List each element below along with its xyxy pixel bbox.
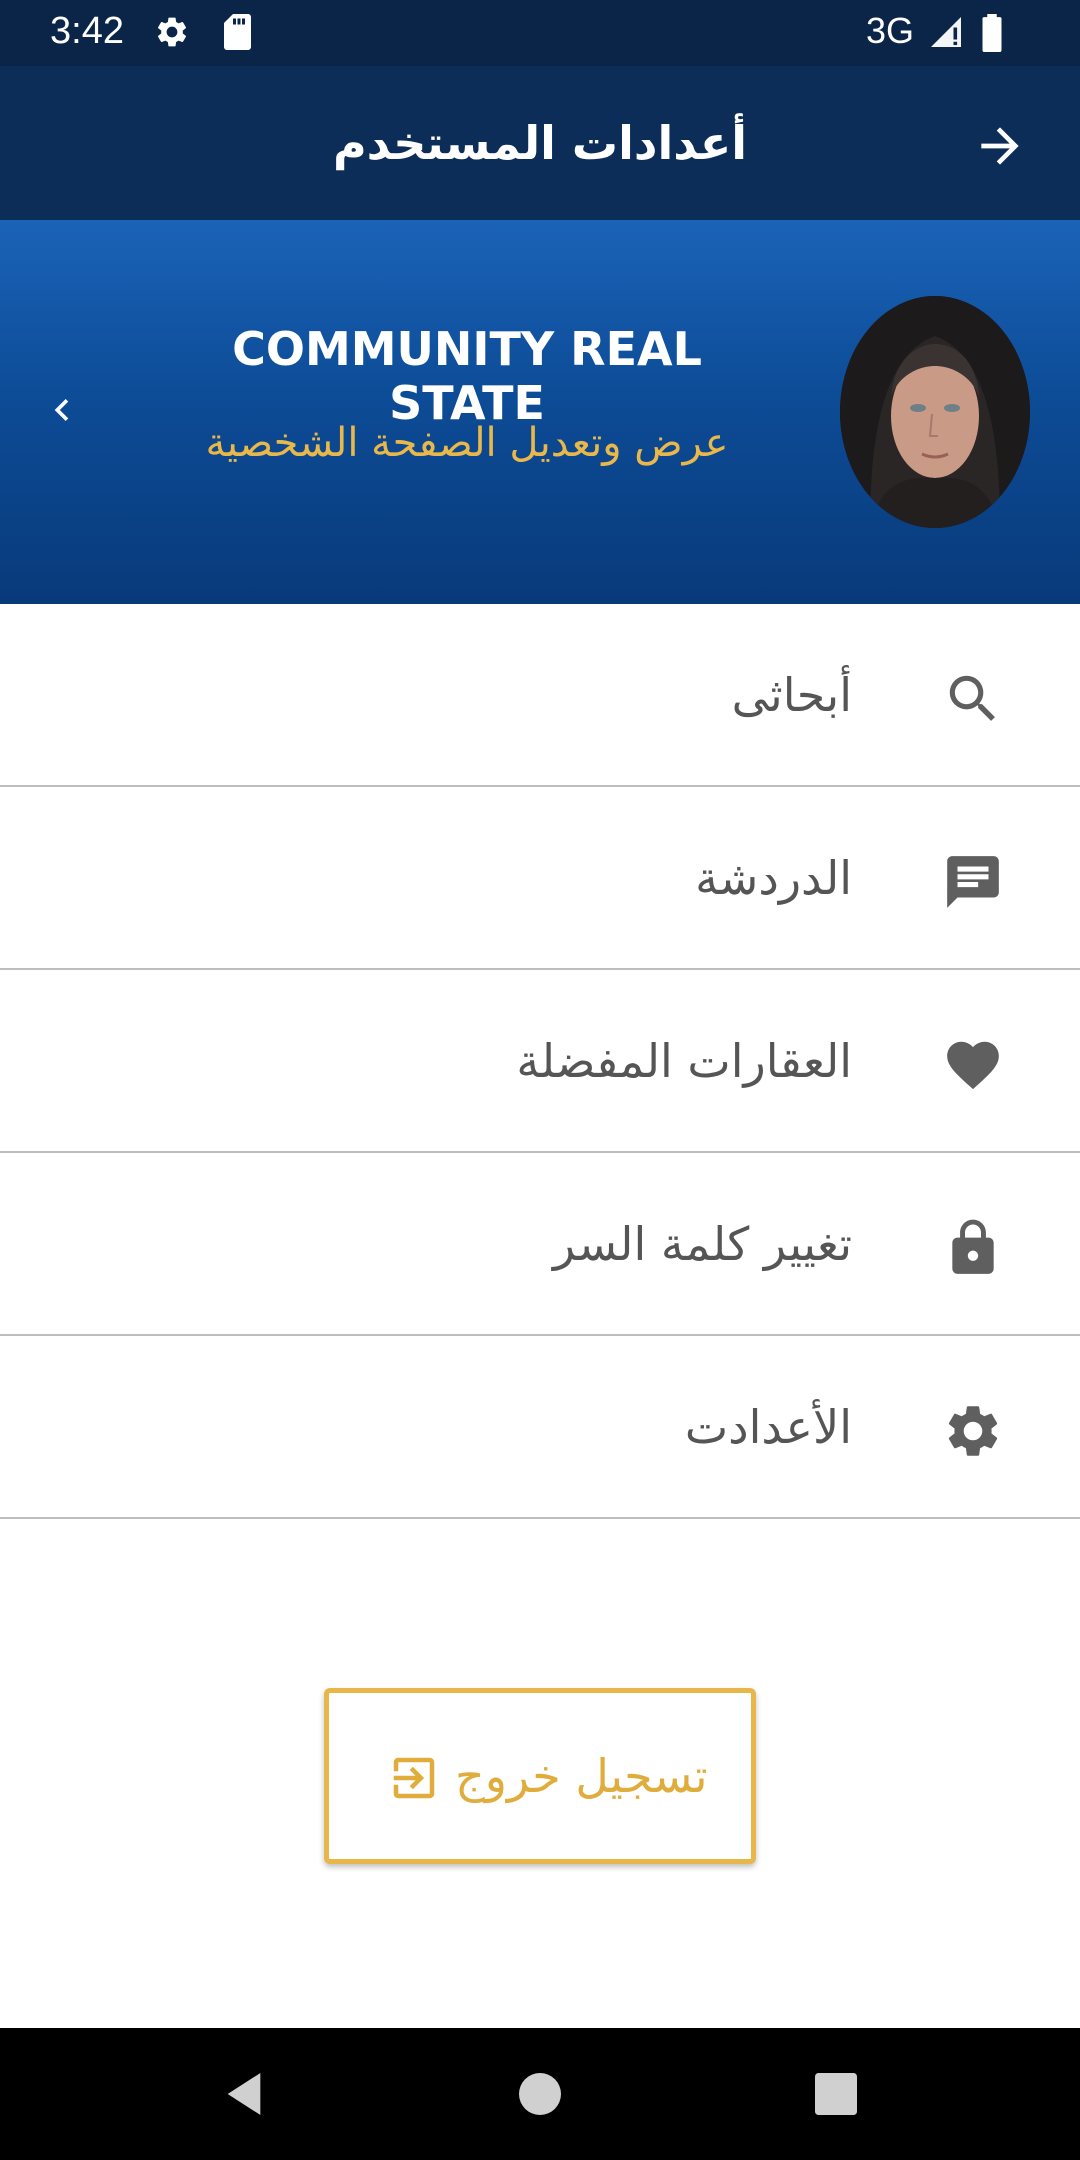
app-bar: أعدادات المستخدم — [0, 66, 1080, 220]
avatar-portrait — [840, 296, 1030, 528]
page-title: أعدادات المستخدم — [332, 116, 748, 170]
menu-item-change-password[interactable]: تغيير كلمة السر — [0, 1153, 1080, 1336]
nav-recents-icon[interactable] — [808, 2066, 864, 2122]
system-nav-bar — [0, 2028, 1080, 2160]
settings-menu: أبحاثى الدردشة العقارات المفضلة تغيير كل… — [0, 604, 1080, 1519]
avatar[interactable] — [840, 296, 1030, 528]
menu-item-label: العقارات المفضلة — [516, 1034, 852, 1088]
menu-item-label: الدردشة — [695, 851, 852, 905]
menu-item-label: أبحاثى — [731, 668, 852, 722]
nav-home-icon[interactable] — [512, 2066, 568, 2122]
lock-icon — [952, 1219, 994, 1274]
gear-icon — [157, 17, 187, 47]
status-bar: 3:42 3G — [0, 0, 1080, 66]
logout-button[interactable]: تسجيل خروج — [324, 1688, 756, 1864]
profile-header[interactable]: COMMUNITY REAL STATE عرض وتعديل الصفحة ا… — [0, 220, 1080, 604]
menu-item-label: الأعدادت — [684, 1400, 852, 1454]
chat-icon — [947, 856, 999, 908]
menu-item-my-searches[interactable]: أبحاثى — [0, 604, 1080, 787]
profile-edit-link[interactable]: عرض وتعديل الصفحة الشخصية — [120, 420, 814, 466]
menu-item-favorites[interactable]: العقارات المفضلة — [0, 970, 1080, 1153]
profile-name: COMMUNITY REAL STATE — [232, 322, 702, 430]
network-type: 3G — [866, 10, 915, 51]
sd-card-icon — [224, 14, 251, 50]
arrow-right-icon[interactable] — [972, 118, 1028, 174]
heart-icon — [947, 1041, 999, 1090]
search-icon — [949, 675, 995, 721]
logout-label: تسجيل خروج — [455, 1749, 708, 1803]
menu-item-settings[interactable]: الأعدادت — [0, 1336, 1080, 1519]
chevron-left-icon[interactable] — [40, 388, 84, 432]
menu-item-label: تغيير كلمة السر — [553, 1217, 852, 1271]
logout-icon — [393, 1757, 435, 1799]
signal-icon — [931, 17, 961, 47]
menu-item-chat[interactable]: الدردشة — [0, 787, 1080, 970]
settings-icon — [948, 1406, 998, 1456]
nav-back-icon[interactable] — [216, 2066, 272, 2122]
status-time: 3:42 — [50, 10, 124, 52]
battery-icon — [982, 14, 1002, 52]
